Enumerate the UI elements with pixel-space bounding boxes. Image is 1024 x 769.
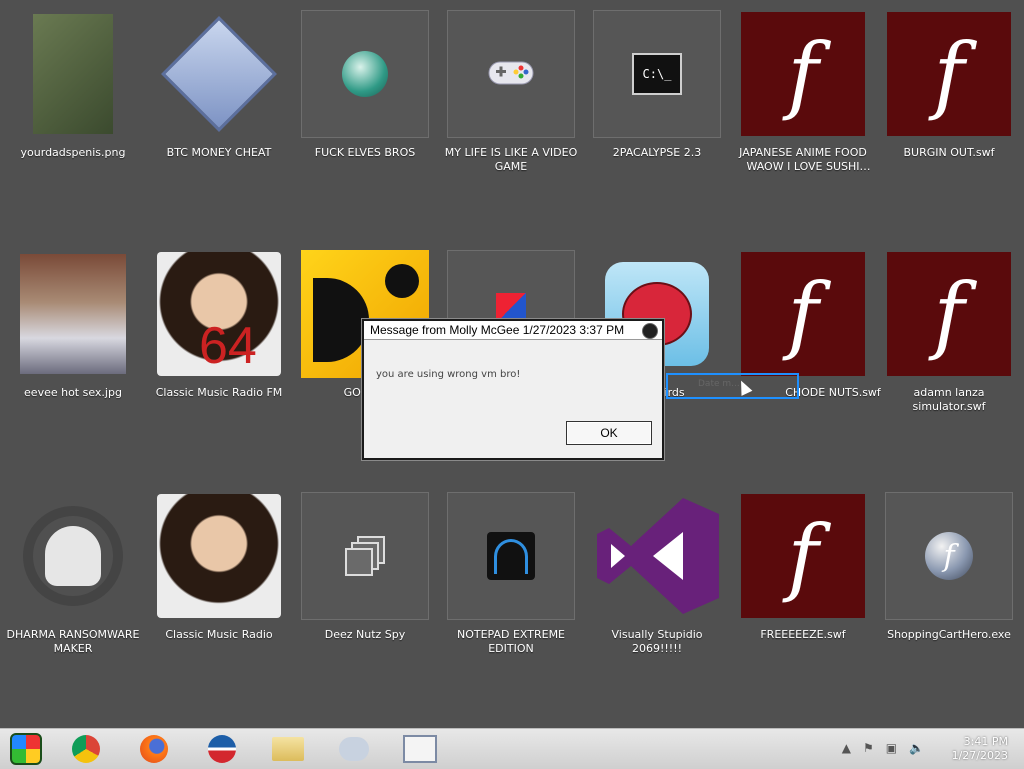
- close-icon[interactable]: [642, 323, 658, 339]
- desktop-icon-deez-nutz-spy[interactable]: Deez Nutz Spy: [292, 492, 438, 672]
- start-icon: [10, 733, 42, 765]
- desktop-icon-adamn-lanza[interactable]: f adamn lanza simulator.swf: [876, 250, 1022, 430]
- flash-icon: f: [885, 10, 1013, 138]
- folder-icon: [272, 737, 304, 761]
- icon-label: yourdadspenis.png: [20, 146, 126, 159]
- desktop-icon-classic-music-radio-fm[interactable]: 64 Classic Music Radio FM: [146, 250, 292, 430]
- photo-icon: [9, 10, 137, 138]
- notepad-extreme-icon: [447, 492, 575, 620]
- firefox-icon: [140, 735, 168, 763]
- icon-label: JAPANESE ANIME FOOD WAOW I LOVE SUSHI AN…: [739, 146, 867, 173]
- icon-label: Deez Nutz Spy: [324, 628, 406, 641]
- selection-hint: Date m...: [698, 379, 740, 389]
- desktop-icon-btc-money-cheat[interactable]: BTC MONEY CHEAT: [146, 10, 292, 190]
- selection-box: Date m...: [666, 373, 799, 399]
- flash-icon: f: [739, 250, 867, 378]
- portrait-icon: 64: [155, 250, 283, 378]
- desktop-icon-yourdadspenis[interactable]: yourdadspenis.png: [0, 10, 146, 190]
- desktop-icon-japanese-anime-food[interactable]: f JAPANESE ANIME FOOD WAOW I LOVE SUSHI …: [730, 10, 876, 190]
- visual-studio-icon: [593, 492, 721, 620]
- desktop-icon-shoppingcarthero[interactable]: f ShoppingCartHero.exe: [876, 492, 1022, 672]
- taskbar-obama[interactable]: [202, 733, 242, 765]
- icon-label: ShoppingCartHero.exe: [887, 628, 1011, 641]
- gamepad-icon: [447, 10, 575, 138]
- badge-64: 64: [199, 317, 257, 375]
- elf-globe-icon: [301, 10, 429, 138]
- icon-label: 2PACALYPSE 2.3: [612, 146, 702, 159]
- chevron-up-icon[interactable]: ▲: [842, 741, 851, 755]
- flash-icon: f: [739, 10, 867, 138]
- desktop-icon-dharma-ransomware[interactable]: DHARMA RANSOMWARE MAKER: [0, 492, 146, 672]
- icon-label: DHARMA RANSOMWARE MAKER: [6, 628, 140, 655]
- icon-label: FREEEEEZE.swf: [760, 628, 846, 641]
- desktop-icon-freeeeeze[interactable]: f FREEEEEZE.swf: [730, 492, 876, 672]
- desktop-icon-visually-stupidio[interactable]: Visually Stupidio 2069!!!!!: [584, 492, 730, 672]
- windows-stack-icon: [301, 492, 429, 620]
- desktop-icon-burgin-out[interactable]: f BURGIN OUT.swf: [876, 10, 1022, 190]
- flash-icon: f: [885, 250, 1013, 378]
- desktop-icon-classic-music-radio[interactable]: Classic Music Radio: [146, 492, 292, 672]
- gear-diamond-icon: [155, 10, 283, 138]
- icon-label: eevee hot sex.jpg: [24, 386, 122, 399]
- network-icon[interactable]: ▣: [886, 741, 897, 755]
- taskbar-chat[interactable]: [334, 733, 374, 765]
- cmd-icon: C:\_: [593, 10, 721, 138]
- taskbar: ▲ ⚑ ▣ 🔈 3:41 PM 1/27/2023: [0, 728, 1024, 769]
- icon-label: Visually Stupidio 2069!!!!!: [611, 628, 703, 655]
- icon-label: BURGIN OUT.swf: [903, 146, 995, 159]
- taskbar-firefox[interactable]: [134, 733, 174, 765]
- icon-label: NOTEPAD EXTREME EDITION: [456, 628, 566, 655]
- notepad-icon: [403, 735, 437, 763]
- portrait-icon: [155, 492, 283, 620]
- desktop-icon-eevee-hot[interactable]: eevee hot sex.jpg: [0, 250, 146, 430]
- volume-icon[interactable]: 🔈: [909, 741, 924, 755]
- flash-icon: f: [739, 492, 867, 620]
- obama-icon: [208, 735, 236, 763]
- dialog-message: you are using wrong vm bro!: [376, 369, 521, 380]
- icon-label: BTC MONEY CHEAT: [166, 146, 272, 159]
- photo-icon: [9, 250, 137, 378]
- icon-label: Classic Music Radio FM: [155, 386, 283, 399]
- skull-headphones-icon: [9, 492, 137, 620]
- ok-button[interactable]: OK: [566, 421, 652, 445]
- desktop-icon-2pacalypse[interactable]: C:\_ 2PACALYPSE 2.3: [584, 10, 730, 190]
- dialog-title: Message from Molly McGee 1/27/2023 3:37 …: [370, 323, 625, 337]
- chat-icon: [339, 737, 369, 761]
- desktop-icon-chode-nuts[interactable]: f CHODE NUTS.swf: [730, 250, 881, 430]
- icon-label: MY LIFE IS LIKE A VIDEO GAME: [444, 146, 578, 173]
- clock-time: 3:41 PM: [963, 735, 1008, 748]
- icon-label: adamn lanza simulator.swf: [912, 386, 986, 413]
- icon-label: FUCK ELVES BROS: [314, 146, 416, 159]
- icon-label: Classic Music Radio: [165, 628, 273, 641]
- flag-icon[interactable]: ⚑: [863, 741, 874, 755]
- start-button[interactable]: [6, 733, 46, 765]
- clock[interactable]: 3:41 PM 1/27/2023: [952, 735, 1008, 763]
- dialog-titlebar[interactable]: Message from Molly McGee 1/27/2023 3:37 …: [364, 321, 662, 340]
- system-tray: ▲ ⚑ ▣ 🔈: [842, 741, 924, 755]
- chrome-icon: [72, 735, 100, 763]
- flash-ball-icon: f: [885, 492, 1013, 620]
- taskbar-explorer[interactable]: [268, 733, 308, 765]
- clock-date: 1/27/2023: [951, 749, 1008, 762]
- taskbar-chrome[interactable]: [66, 733, 106, 765]
- message-dialog: Message from Molly McGee 1/27/2023 3:37 …: [362, 319, 664, 460]
- desktop-icon-fuck-elves-bros[interactable]: FUCK ELVES BROS: [292, 10, 438, 190]
- desktop-icon-my-life-video-game[interactable]: MY LIFE IS LIKE A VIDEO GAME: [438, 10, 584, 190]
- desktop-icon-notepad-extreme[interactable]: NOTEPAD EXTREME EDITION: [438, 492, 584, 672]
- taskbar-notepad[interactable]: [400, 733, 440, 765]
